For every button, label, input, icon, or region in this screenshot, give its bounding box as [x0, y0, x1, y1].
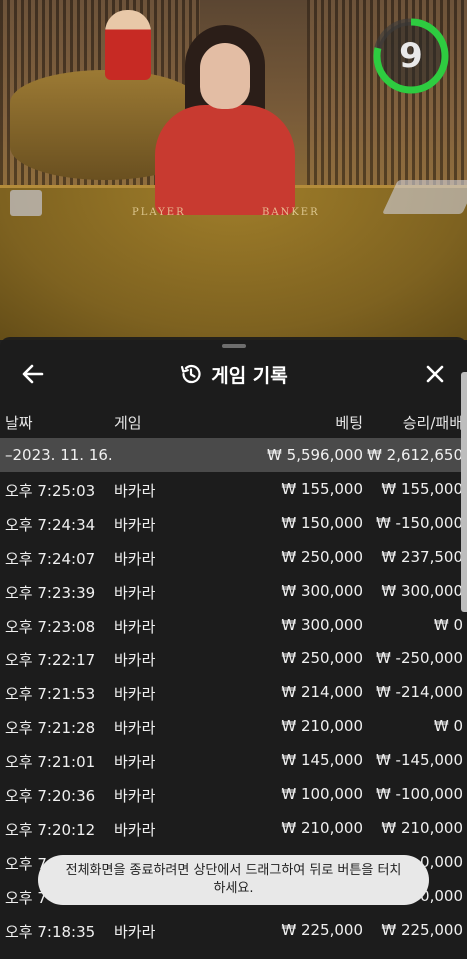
table-row[interactable]: 오후 7:25:03 바카라 ₩ 155,000 ₩ 155,000	[0, 472, 467, 506]
row-win-loss: ₩ -100,000	[375, 785, 463, 804]
table-row[interactable]: 오후 7:18:35 바카라 ₩ 225,000 ₩ 225,000	[0, 913, 467, 947]
row-game: 바카라	[114, 515, 156, 534]
countdown-timer: 9	[372, 17, 450, 95]
row-bet: ₩ 300,000	[281, 615, 363, 634]
row-bet: ₩ 250,000	[281, 649, 363, 668]
row-time: 오후 7:24:07	[5, 549, 96, 568]
row-time: 오후 7:23:39	[5, 583, 96, 602]
row-game: 바카라	[114, 753, 156, 772]
row-bet: ₩ 150,000	[281, 513, 363, 532]
row-win-loss: ₩ 225,000	[381, 920, 463, 939]
row-game: 바카라	[114, 820, 156, 839]
card-tray	[10, 190, 42, 216]
dealer	[145, 25, 305, 225]
row-bet: ₩ 210,000	[281, 818, 363, 837]
row-win-loss: ₩ -250,000	[375, 649, 463, 668]
row-game: 바카라	[114, 482, 156, 500]
player-felt-label: PLAYER	[132, 207, 186, 218]
row-bet: ₩ 250,000	[281, 547, 363, 566]
row-time: 오후 7:18:35	[5, 922, 96, 941]
summary-bet: ₩ 5,596,000	[267, 446, 363, 464]
row-time: 오후 7:21:53	[5, 685, 96, 704]
column-header-date: 날짜	[5, 414, 33, 432]
row-game: 바카라	[114, 617, 156, 636]
panel-title-wrap: 게임 기록	[0, 359, 467, 389]
row-bet: ₩ 225,000	[281, 920, 363, 939]
column-header-bet: 베팅	[335, 414, 363, 432]
banker-felt-label: BANKER	[262, 207, 320, 218]
table-row[interactable]: 오후 7:24:07 바카라 ₩ 250,000 ₩ 237,500	[0, 540, 467, 574]
row-time: 오후 7:20:36	[5, 787, 96, 806]
row-time: 오후 7:21:01	[5, 753, 96, 772]
row-time: 오후 7:20:12	[5, 820, 96, 839]
row-time: 오후 7:23:08	[5, 617, 96, 636]
row-time: 오후 7:24:34	[5, 515, 96, 534]
row-game: 바카라	[114, 685, 156, 704]
row-win-loss: ₩ -150,000	[375, 513, 463, 532]
row-game: 바카라	[114, 651, 156, 670]
panel-title: 게임 기록	[211, 364, 288, 387]
table-row[interactable]: 오후 7:23:39 바카라 ₩ 300,000 ₩ 300,000	[0, 574, 467, 608]
history-clock-icon	[181, 364, 201, 384]
row-win-loss: ₩ 155,000	[381, 480, 463, 498]
row-win-loss: ₩ 0	[433, 615, 463, 634]
summary-win-loss: ₩ 2,612,650	[367, 446, 463, 464]
drag-handle[interactable]	[222, 344, 246, 348]
row-game: 바카라	[114, 719, 156, 738]
close-button[interactable]	[420, 359, 450, 389]
column-header-win-loss: 승리/패배	[402, 414, 463, 432]
row-bet: ₩ 145,000	[281, 751, 363, 770]
row-game: 바카라	[114, 787, 156, 806]
row-win-loss: ₩ 0	[433, 717, 463, 736]
table-row[interactable]: 오후 7:20:12 바카라 ₩ 210,000 ₩ 210,000	[0, 811, 467, 845]
row-game: 바카라	[114, 583, 156, 602]
row-win-loss: ₩ 300,000	[381, 581, 463, 600]
row-win-loss: ₩ 210,000	[381, 818, 463, 837]
row-win-loss: ₩ -145,000	[375, 751, 463, 770]
table-row[interactable]: 오후 7:21:53 바카라 ₩ 214,000 ₩ -214,000	[0, 675, 467, 709]
row-bet: ₩ 210,000	[281, 717, 363, 736]
fullscreen-toast: 전체화면을 종료하려면 상단에서 드래그하여 뒤로 버튼을 터치하세요.	[38, 855, 429, 905]
card-shoe	[382, 180, 467, 214]
column-headers: 날짜 게임 베팅 승리/패배	[0, 410, 467, 434]
row-bet: ₩ 214,000	[281, 683, 363, 702]
row-time: 오후 7:21:28	[5, 719, 96, 738]
row-win-loss: ₩ -214,000	[375, 683, 463, 702]
toast-message: 전체화면을 종료하려면 상단에서 드래그하여 뒤로 버튼을 터치하세요.	[65, 863, 402, 896]
column-header-game: 게임	[114, 414, 142, 432]
row-time: 오후 7:22:17	[5, 651, 96, 670]
row-game: 바카라	[114, 922, 156, 941]
row-bet: ₩ 300,000	[281, 581, 363, 600]
row-bet: ₩ 100,000	[281, 785, 363, 804]
live-video-feed: PLAYER BANKER 9	[0, 0, 467, 340]
table-row[interactable]: 오후 7:21:28 바카라 ₩ 210,000 ₩ 0	[0, 709, 467, 743]
panel-header: 게임 기록	[0, 355, 467, 395]
table-row[interactable]: 오후 7:20:36 바카라 ₩ 100,000 ₩ -100,000	[0, 777, 467, 811]
table-row[interactable]: 오후 7:23:08 바카라 ₩ 300,000 ₩ 0	[0, 608, 467, 642]
table-row[interactable]: 오후 7:21:01 바카라 ₩ 145,000 ₩ -145,000	[0, 743, 467, 777]
row-bet: ₩ 155,000	[281, 480, 363, 498]
date-summary-row[interactable]: –2023. 11. 16. ₩ 5,596,000 ₩ 2,612,650	[0, 438, 467, 472]
row-time: 오후 7:25:03	[5, 482, 96, 500]
scrollbar[interactable]	[461, 372, 467, 612]
timer-value: 9	[399, 36, 423, 76]
close-x-icon	[426, 365, 444, 383]
table-row[interactable]: 오후 7:24:34 바카라 ₩ 150,000 ₩ -150,000	[0, 506, 467, 540]
summary-date: –2023. 11. 16.	[5, 446, 113, 464]
row-win-loss: ₩ 237,500	[381, 547, 463, 566]
table-row[interactable]: 오후 7:22:17 바카라 ₩ 250,000 ₩ -250,000	[0, 641, 467, 675]
row-game: 바카라	[114, 549, 156, 568]
